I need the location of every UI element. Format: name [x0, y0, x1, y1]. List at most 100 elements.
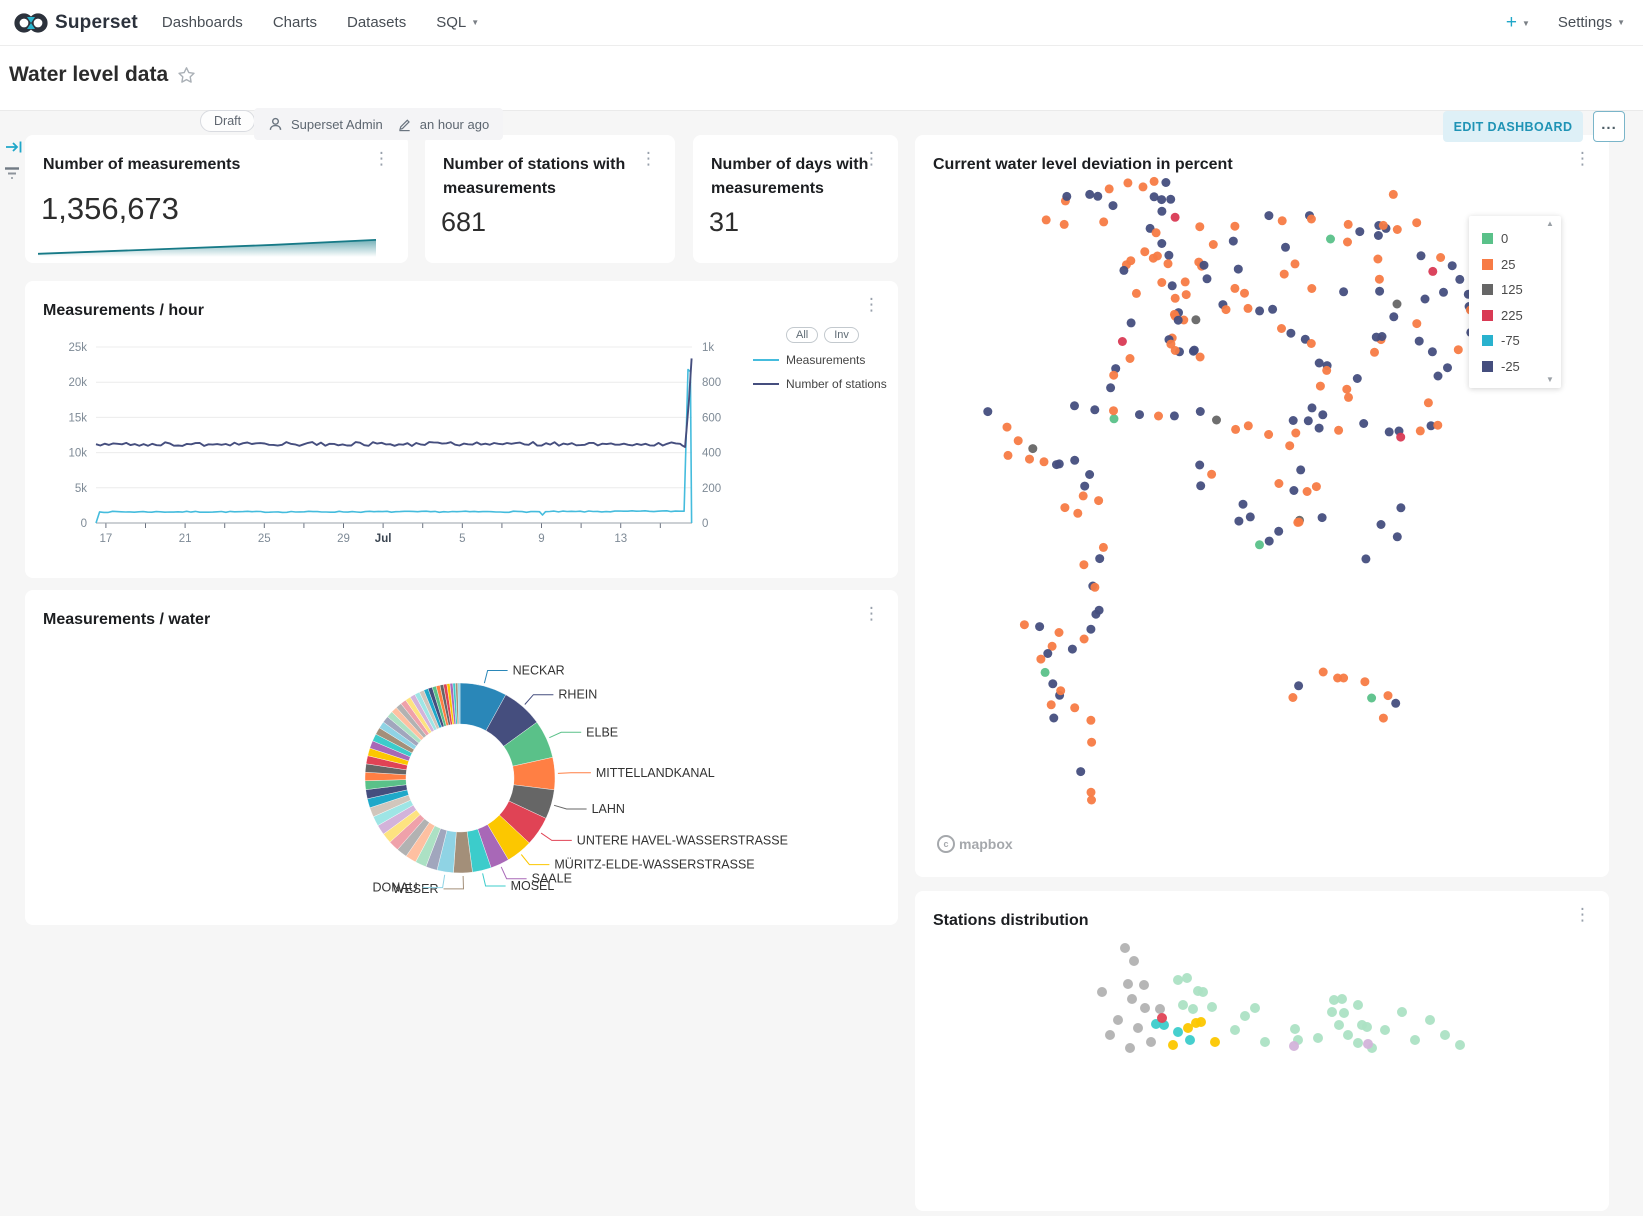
- status-badge: Draft: [200, 110, 255, 132]
- kpi-title: Number of stations with measurements: [443, 153, 656, 201]
- caret-down-icon: ▼: [1522, 19, 1530, 28]
- svg-text:600: 600: [702, 412, 721, 424]
- legend-item-measurements[interactable]: Measurements: [753, 353, 893, 367]
- chart-title: Measurements / hour: [43, 299, 785, 323]
- svg-text:20k: 20k: [68, 377, 87, 389]
- legend-value-label: 225: [1501, 308, 1523, 323]
- nav-menu: Dashboards Charts Datasets SQL▼: [162, 14, 479, 31]
- chart-title: Measurements / water: [43, 608, 785, 632]
- superset-home-link[interactable]: Superset: [14, 12, 138, 34]
- page-title: Water level data: [9, 63, 168, 87]
- svg-text:ELBE: ELBE: [586, 725, 618, 739]
- legend-item-number-of-stations[interactable]: Number of stations: [753, 377, 893, 391]
- svg-text:MITTELLANDKANAL: MITTELLANDKANAL: [596, 766, 715, 780]
- nav-datasets[interactable]: Datasets: [347, 14, 406, 31]
- svg-text:15k: 15k: [68, 412, 87, 424]
- kpi-card-stations: Number of stations with measurements ⋮ 6…: [425, 135, 675, 263]
- svg-text:29: 29: [337, 533, 350, 545]
- nav-sql-label: SQL: [436, 14, 466, 31]
- new-item-button[interactable]: +▼: [1506, 12, 1530, 34]
- copyright-icon: c: [937, 835, 955, 853]
- svg-text:DONAU: DONAU: [372, 881, 417, 895]
- legend-color-swatch: [1482, 284, 1493, 295]
- edit-dashboard-button[interactable]: EDIT DASHBOARD: [1443, 111, 1583, 142]
- more-vertical-icon[interactable]: ⋮: [640, 149, 657, 169]
- dashboard-more-button[interactable]: ...: [1593, 111, 1625, 142]
- scroll-down-icon[interactable]: ▼: [1546, 376, 1554, 384]
- edit-pen-icon: [397, 117, 412, 132]
- svg-text:5k: 5k: [75, 483, 87, 495]
- favorite-star-icon[interactable]: [177, 66, 196, 85]
- svg-text:NECKAR: NECKAR: [513, 663, 565, 677]
- chart-card-stations-distribution: Stations distribution ⋮: [915, 891, 1609, 1211]
- legend-scrollbar: ▲ ▼: [1544, 220, 1556, 384]
- svg-text:Jul: Jul: [375, 533, 392, 545]
- svg-text:25: 25: [258, 533, 271, 545]
- line-chart-legend: All Inv Measurements Number of stations: [753, 327, 893, 401]
- legend-color-swatch: [1482, 335, 1493, 346]
- user-icon: [268, 116, 283, 132]
- settings-label: Settings: [1558, 14, 1612, 31]
- svg-text:10k: 10k: [68, 448, 87, 460]
- legend-color-swatch: [1482, 361, 1493, 372]
- brand-name: Superset: [55, 12, 138, 34]
- legend-value-label: -75: [1501, 333, 1520, 348]
- line-chart: 005k20010k40015k60020k80025k1k17212529Ju…: [25, 281, 898, 578]
- kpi-sparkline: [38, 236, 378, 260]
- nav-right: +▼ Settings ▼: [1506, 12, 1625, 34]
- mapbox-attribution[interactable]: c mapbox: [937, 835, 1013, 853]
- settings-menu[interactable]: Settings ▼: [1558, 14, 1625, 31]
- chart-title: Current water level deviation in percent: [933, 153, 1523, 177]
- svg-text:1k: 1k: [702, 342, 714, 354]
- svg-text:0: 0: [81, 518, 87, 530]
- legend-inv-button[interactable]: Inv: [824, 327, 859, 343]
- kpi-title: Number of days with measurements: [711, 153, 885, 201]
- stations-scatter[interactable]: [915, 891, 1609, 1211]
- more-vertical-icon[interactable]: ⋮: [863, 149, 880, 169]
- svg-text:LAHN: LAHN: [592, 802, 625, 816]
- chart-card-measurements-water: Measurements / water ⋮ NECKAR RHEIN ELBE MI…: [25, 590, 898, 925]
- chart-title: Stations distribution: [933, 909, 1523, 933]
- svg-text:UNTERE HAVEL-WASSERSTRASSE: UNTERE HAVEL-WASSERSTRASSE: [577, 833, 788, 847]
- legend-color-swatch: [1482, 233, 1493, 244]
- legend-color-swatch: [1482, 310, 1493, 321]
- more-vertical-icon[interactable]: ⋮: [1574, 149, 1591, 169]
- chart-card-measurements-hour: Measurements / hour ⋮ 0 0 5k 200 10k 400 15k 60…: [25, 281, 898, 578]
- more-vertical-icon[interactable]: ⋮: [373, 149, 390, 169]
- mapbox-label: mapbox: [959, 836, 1013, 852]
- kpi-value: 31: [709, 207, 739, 238]
- nav-charts[interactable]: Charts: [273, 14, 317, 31]
- map-legend: 025125225-75-25 ▲ ▼: [1469, 216, 1561, 388]
- svg-text:200: 200: [702, 483, 721, 495]
- filter-icon[interactable]: [2, 164, 22, 182]
- more-vertical-icon[interactable]: ⋮: [863, 604, 880, 624]
- svg-text:MÜRITZ-ELDE-WASSERSTRASSE: MÜRITZ-ELDE-WASSERSTRASSE: [554, 858, 754, 872]
- kpi-title: Number of measurements: [43, 153, 369, 177]
- svg-text:17: 17: [100, 533, 113, 545]
- kpi-value: 681: [441, 207, 486, 238]
- legend-value-label: 0: [1501, 231, 1508, 246]
- nav-dashboards[interactable]: Dashboards: [162, 14, 243, 31]
- legend-all-button[interactable]: All: [786, 327, 818, 343]
- svg-text:21: 21: [179, 533, 192, 545]
- svg-text:RHEIN: RHEIN: [558, 688, 597, 702]
- more-vertical-icon[interactable]: ⋮: [863, 295, 880, 315]
- author-name: Superset Admin: [291, 117, 383, 132]
- kpi-value: 1,356,673: [41, 191, 179, 227]
- last-modified: an hour ago: [420, 117, 489, 132]
- legend-value-label: 25: [1501, 257, 1515, 272]
- svg-text:0: 0: [702, 518, 708, 530]
- caret-down-icon: ▼: [1617, 18, 1625, 27]
- expand-filter-bar-icon[interactable]: [5, 139, 23, 155]
- more-vertical-icon[interactable]: ⋮: [1574, 905, 1591, 925]
- svg-text:400: 400: [702, 448, 721, 460]
- svg-text:800: 800: [702, 377, 721, 389]
- superset-logo: [14, 12, 48, 34]
- legend-color-swatch: [1482, 259, 1493, 270]
- svg-text:5: 5: [459, 533, 465, 545]
- nav-sql[interactable]: SQL▼: [436, 14, 479, 31]
- kpi-card-days: Number of days with measurements ⋮ 31: [693, 135, 898, 263]
- svg-text:13: 13: [614, 533, 627, 545]
- legend-label: Number of stations: [786, 377, 887, 391]
- scroll-up-icon[interactable]: ▲: [1546, 220, 1554, 228]
